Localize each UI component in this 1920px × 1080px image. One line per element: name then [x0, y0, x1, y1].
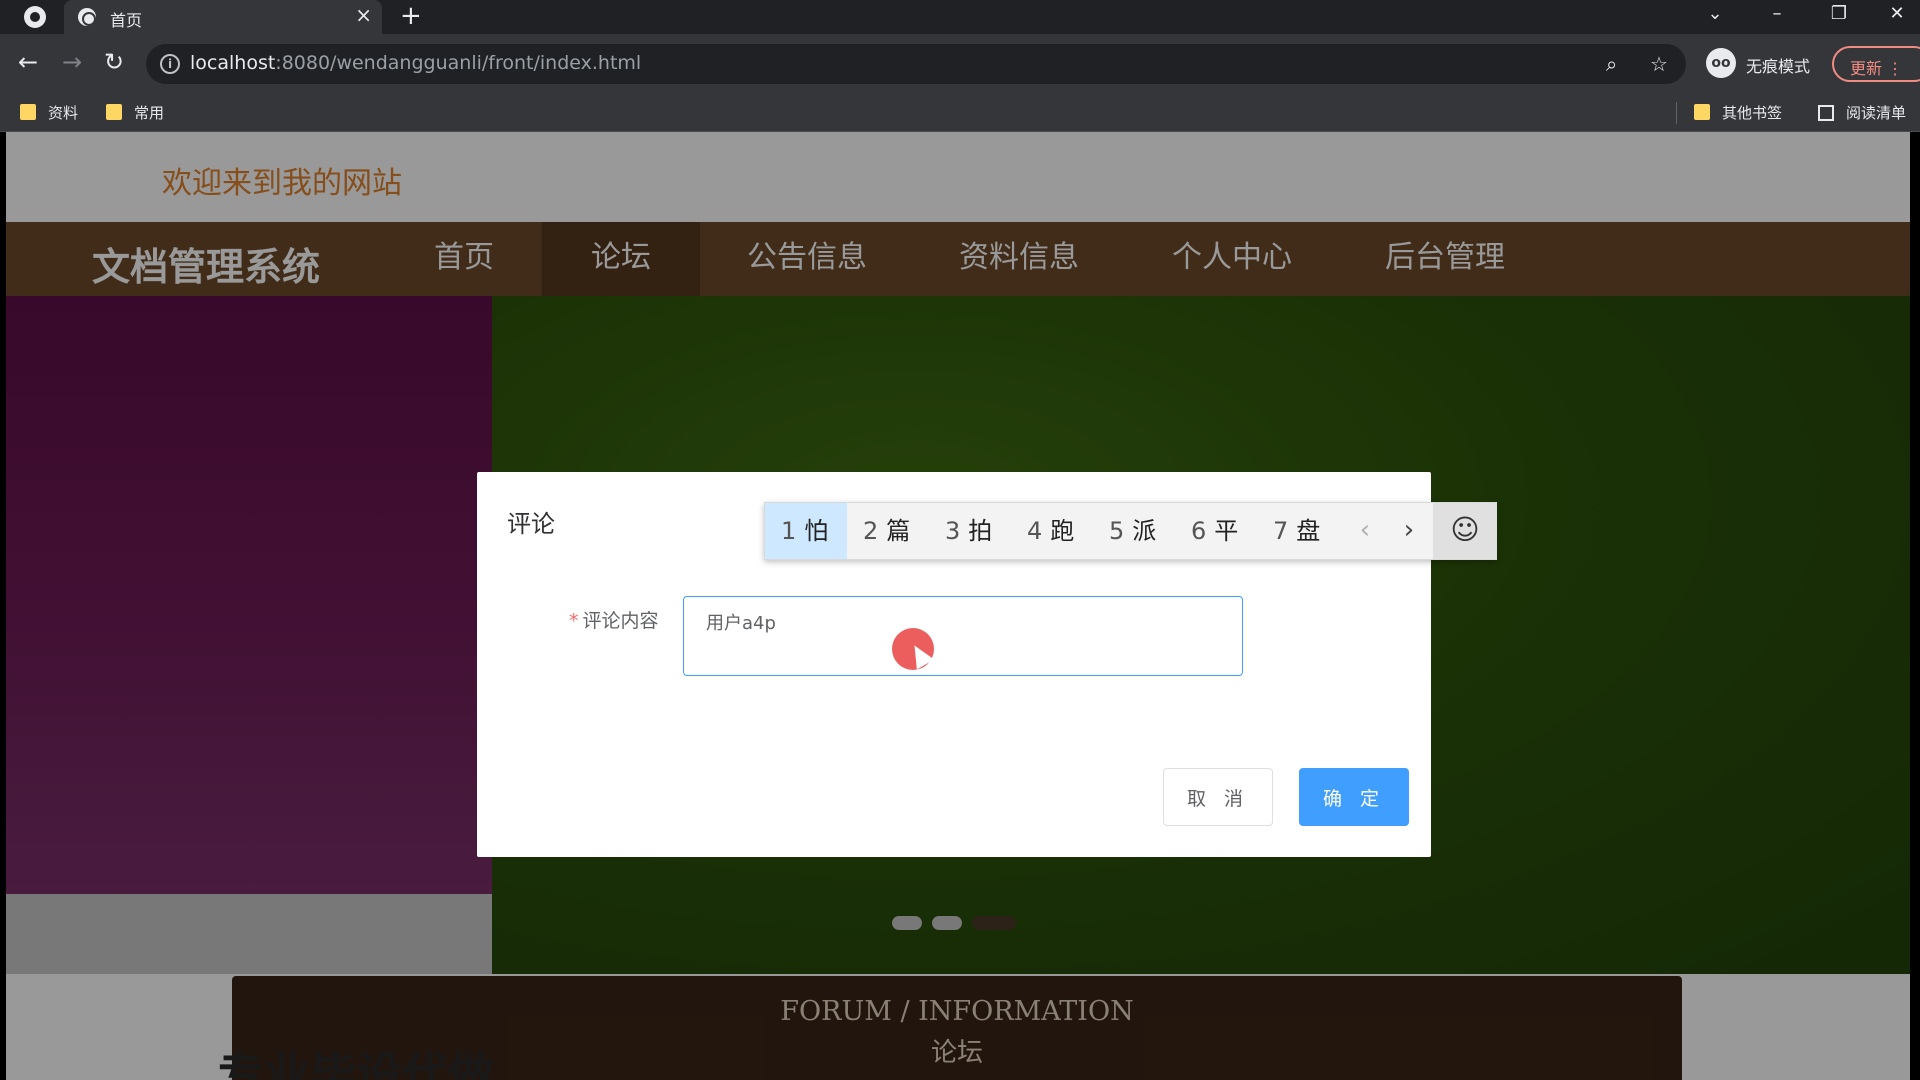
- site-info-icon[interactable]: i: [160, 54, 180, 74]
- cancel-button[interactable]: 取 消: [1163, 768, 1273, 826]
- emoji-icon[interactable]: ☺: [1433, 503, 1497, 559]
- update-button[interactable]: 更新 ⋮: [1832, 46, 1920, 82]
- tab-title: 首页: [110, 11, 143, 30]
- minimize-icon[interactable]: –: [1754, 0, 1800, 30]
- incognito-label: 无痕模式: [1746, 57, 1811, 76]
- ime-candidate[interactable]: 1怕: [765, 503, 847, 559]
- ime-next-page-icon[interactable]: ›: [1387, 503, 1431, 559]
- reload-icon[interactable]: ↻: [98, 48, 130, 76]
- comment-input[interactable]: 用户a4p: [683, 596, 1243, 676]
- restore-icon[interactable]: ❐: [1816, 0, 1862, 30]
- bookmark-folder-changyong[interactable]: 常用: [106, 102, 164, 123]
- back-icon[interactable]: ←: [12, 48, 44, 76]
- browser-tab-bar: 首页 × + ⌄ – ❐ ✕: [0, 0, 1920, 34]
- address-bar[interactable]: i localhost:8080/wendangguanli/front/ind…: [146, 44, 1686, 84]
- globe-icon: [78, 8, 96, 26]
- url-text[interactable]: localhost:8080/wendangguanli/front/index…: [190, 52, 641, 74]
- ime-candidate[interactable]: 6平: [1175, 503, 1257, 559]
- folder-icon: [20, 104, 36, 120]
- page-viewport: 欢迎来到我的网站 文档管理系统 首页 论坛 公告信息 资料信息 个人中心 后台管…: [6, 132, 1910, 1080]
- browser-toolbar: ← → ↻ i localhost:8080/wendangguanli/fro…: [0, 34, 1920, 94]
- tab-close-icon[interactable]: ×: [355, 3, 372, 27]
- bookmark-separator: [1676, 102, 1677, 124]
- reading-list[interactable]: 阅读清单: [1818, 102, 1906, 123]
- bookmark-star-icon[interactable]: ☆: [1650, 52, 1668, 76]
- ime-candidate[interactable]: 3拍: [929, 503, 1011, 559]
- incognito-icon: oo: [1706, 48, 1736, 78]
- other-bookmarks[interactable]: 其他书签: [1694, 102, 1782, 123]
- tab-search-icon[interactable]: ⌄: [1692, 0, 1738, 30]
- new-tab-icon[interactable]: +: [400, 1, 422, 31]
- ime-candidate[interactable]: 4跑: [1011, 503, 1093, 559]
- browser-tab[interactable]: 首页 ×: [64, 0, 382, 34]
- ime-candidate[interactable]: 2篇: [847, 503, 929, 559]
- bookmarks-bar: 资料 常用 其他书签 阅读清单: [0, 94, 1920, 132]
- ime-candidate[interactable]: 5派: [1093, 503, 1175, 559]
- ime-candidate-bar: 1怕 2篇 3拍 4跑 5派 6平 7盘 ‹ › ☺: [764, 502, 1497, 560]
- chrome-menu-icon[interactable]: [24, 6, 46, 28]
- bookmark-folder-ziliao[interactable]: 资料: [20, 102, 78, 123]
- reading-list-icon: [1818, 105, 1834, 121]
- forward-icon[interactable]: →: [56, 48, 88, 76]
- window-close-icon[interactable]: ✕: [1874, 0, 1920, 30]
- confirm-button[interactable]: 确 定: [1299, 768, 1409, 826]
- comment-content-label: * 评论内容: [569, 610, 659, 632]
- zoom-icon[interactable]: ⌕: [1606, 52, 1617, 76]
- ime-candidate[interactable]: 7盘: [1257, 503, 1343, 559]
- dialog-title: 评论: [507, 510, 555, 538]
- ime-prev-page-icon[interactable]: ‹: [1343, 503, 1387, 559]
- folder-icon: [106, 104, 122, 120]
- folder-icon: [1694, 104, 1710, 120]
